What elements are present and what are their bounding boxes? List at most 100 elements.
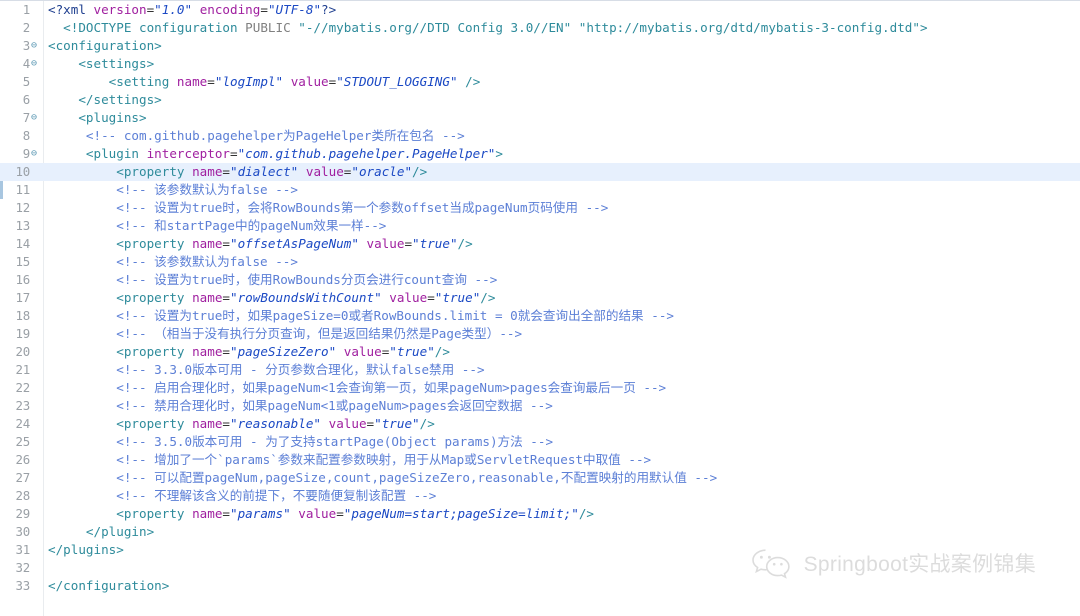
code-line[interactable]: 29 <property name="params" value="pageNu… <box>0 505 1080 523</box>
code-text: <property name="params" value="pageNum=s… <box>116 506 595 521</box>
line-number: 15 <box>15 254 30 269</box>
line-number: 2 <box>22 20 30 35</box>
line-number: 1 <box>22 2 30 17</box>
code-line[interactable]: 14 <property name="offsetAsPageNum" valu… <box>0 235 1080 253</box>
code-text: <!-- 不理解该含义的前提下，不要随便复制该配置 --> <box>116 488 437 503</box>
line-number: 25 <box>15 434 30 449</box>
code-line[interactable]: 26 <!-- 增加了一个`params`参数来配置参数映射，用于从Map或Se… <box>0 451 1080 469</box>
line-number: 21 <box>15 362 30 377</box>
code-text: </settings> <box>78 92 162 107</box>
line-number: 13 <box>15 218 30 233</box>
code-lines-container[interactable]: 1 <?xml version="1.0" encoding="UTF-8"?> 2… <box>0 1 1080 595</box>
line-number: 28 <box>15 488 30 503</box>
code-line[interactable]: 7 ⊖ <plugins> <box>0 109 1080 127</box>
code-line[interactable]: 9 ⊖ <plugin interceptor="com.github.pageh… <box>0 145 1080 163</box>
line-number: 22 <box>15 380 30 395</box>
code-text: <!-- com.github.pagehelper为PageHelper类所在… <box>85 128 465 143</box>
line-number: 24 <box>15 416 30 431</box>
fold-toggle-icon[interactable]: ⊖ <box>31 37 41 55</box>
line-number: 6 <box>22 92 30 107</box>
code-line[interactable]: 32 <box>0 559 1080 577</box>
code-text: </configuration> <box>48 578 170 593</box>
code-text: <property name="rowBoundsWithCount" valu… <box>116 290 496 305</box>
code-line[interactable]: 28 <!-- 不理解该含义的前提下，不要随便复制该配置 --> <box>0 487 1080 505</box>
line-number: 17 <box>15 290 30 305</box>
code-line[interactable]: 15 <!-- 该参数默认为false --> <box>0 253 1080 271</box>
code-line[interactable]: 23 <!-- 禁用合理化时，如果pageNum<1或pageNum>pages… <box>0 397 1080 415</box>
line-number: 31 <box>15 542 30 557</box>
code-text: <!-- 设置为true时，如果pageSize=0或者RowBounds.li… <box>116 308 674 323</box>
code-line[interactable]: 10 <property name="dialect" value="oracl… <box>0 163 1080 181</box>
code-text: <!-- 3.3.0版本可用 - 分页参数合理化，默认false禁用 --> <box>116 362 485 377</box>
code-text: <!-- 设置为true时，会将RowBounds第一个参数offset当成pa… <box>116 200 609 215</box>
code-text: <settings> <box>78 56 155 71</box>
code-text: <!-- 禁用合理化时，如果pageNum<1或pageNum>pages会返回… <box>116 398 553 413</box>
fold-toggle-icon[interactable]: ⊖ <box>31 55 41 73</box>
line-number: 11 <box>15 182 30 197</box>
line-number: 14 <box>15 236 30 251</box>
line-number: 32 <box>15 560 30 575</box>
code-text: <!-- 启用合理化时，如果pageNum<1会查询第一页，如果pageNum>… <box>116 380 667 395</box>
code-line[interactable]: 12 <!-- 设置为true时，会将RowBounds第一个参数offset当… <box>0 199 1080 217</box>
line-number: 27 <box>15 470 30 485</box>
code-text: <!-- （相当于没有执行分页查询，但是返回结果仍然是Page类型）--> <box>116 326 523 341</box>
line-number: 10 <box>15 164 30 179</box>
code-line[interactable]: 19 <!-- （相当于没有执行分页查询，但是返回结果仍然是Page类型）--> <box>0 325 1080 343</box>
code-line[interactable]: 16 <!-- 设置为true时，使用RowBounds分页会进行count查询… <box>0 271 1080 289</box>
code-text: </plugin> <box>85 524 155 539</box>
line-number: 7 <box>22 110 30 125</box>
line-number: 5 <box>22 74 30 89</box>
code-line[interactable]: 17 <property name="rowBoundsWithCount" v… <box>0 289 1080 307</box>
code-line[interactable]: 1 <?xml version="1.0" encoding="UTF-8"?> <box>0 1 1080 19</box>
line-number: 18 <box>15 308 30 323</box>
code-line[interactable]: 13 <!-- 和startPage中的pageNum效果一样--> <box>0 217 1080 235</box>
line-number: 4 <box>22 56 30 71</box>
code-line[interactable]: 5 <setting name="logImpl" value="STDOUT_… <box>0 73 1080 91</box>
code-text: <!-- 增加了一个`params`参数来配置参数映射，用于从Map或Servl… <box>116 452 652 467</box>
code-line[interactable]: 11 <!-- 该参数默认为false --> <box>0 181 1080 199</box>
code-text: <configuration> <box>48 38 162 53</box>
line-number: 9 <box>22 146 30 161</box>
code-line[interactable]: 30 </plugin> <box>0 523 1080 541</box>
code-line[interactable]: 33 </configuration> <box>0 577 1080 595</box>
code-line[interactable]: 24 <property name="reasonable" value="tr… <box>0 415 1080 433</box>
line-number: 30 <box>15 524 30 539</box>
code-text: <!-- 和startPage中的pageNum效果一样--> <box>116 218 387 233</box>
code-line[interactable]: 20 <property name="pageSizeZero" value="… <box>0 343 1080 361</box>
code-text: <property name="dialect" value="oracle"/… <box>116 164 428 179</box>
line-number: 12 <box>15 200 30 215</box>
code-line[interactable]: 4 ⊖ <settings> <box>0 55 1080 73</box>
code-line[interactable]: 6 </settings> <box>0 91 1080 109</box>
line-number: 20 <box>15 344 30 359</box>
code-line[interactable]: 25 <!-- 3.5.0版本可用 - 为了支持startPage(Object… <box>0 433 1080 451</box>
code-line[interactable]: 22 <!-- 启用合理化时，如果pageNum<1会查询第一页，如果pageN… <box>0 379 1080 397</box>
code-text: </plugins> <box>48 542 124 557</box>
code-text: <!-- 该参数默认为false --> <box>116 182 298 197</box>
fold-toggle-icon[interactable]: ⊖ <box>31 145 41 163</box>
line-number: 19 <box>15 326 30 341</box>
xml-code-editor[interactable]: 1 <?xml version="1.0" encoding="UTF-8"?> 2… <box>0 0 1080 616</box>
code-line[interactable]: 21 <!-- 3.3.0版本可用 - 分页参数合理化，默认false禁用 --… <box>0 361 1080 379</box>
code-line[interactable]: 3 ⊖ <configuration> <box>0 37 1080 55</box>
line-number: 23 <box>15 398 30 413</box>
code-line[interactable]: 31 </plugins> <box>0 541 1080 559</box>
code-text: <?xml version="1.0" encoding="UTF-8"?> <box>48 2 337 17</box>
code-text: <!DOCTYPE configuration PUBLIC "-//mybat… <box>63 20 928 35</box>
code-text: <!-- 3.5.0版本可用 - 为了支持startPage(Object pa… <box>116 434 554 449</box>
code-text: <!-- 可以配置pageNum,pageSize,count,pageSize… <box>116 470 718 485</box>
code-text: <!-- 该参数默认为false --> <box>116 254 298 269</box>
code-text: <property name="offsetAsPageNum" value="… <box>116 236 473 251</box>
code-text: <property name="reasonable" value="true"… <box>116 416 435 431</box>
line-number: 3 <box>22 38 30 53</box>
code-line[interactable]: 18 <!-- 设置为true时，如果pageSize=0或者RowBounds… <box>0 307 1080 325</box>
fold-toggle-icon[interactable]: ⊖ <box>31 109 41 127</box>
line-number: 16 <box>15 272 30 287</box>
code-text: <setting name="logImpl" value="STDOUT_LO… <box>108 74 481 89</box>
code-text: <plugin interceptor="com.github.pagehelp… <box>85 146 503 161</box>
line-number: 29 <box>15 506 30 521</box>
code-line[interactable]: 2 <!DOCTYPE configuration PUBLIC "-//myb… <box>0 19 1080 37</box>
code-line[interactable]: 8 <!-- com.github.pagehelper为PageHelper类… <box>0 127 1080 145</box>
line-number: 26 <box>15 452 30 467</box>
code-line[interactable]: 27 <!-- 可以配置pageNum,pageSize,count,pageS… <box>0 469 1080 487</box>
code-text: <property name="pageSizeZero" value="tru… <box>116 344 450 359</box>
